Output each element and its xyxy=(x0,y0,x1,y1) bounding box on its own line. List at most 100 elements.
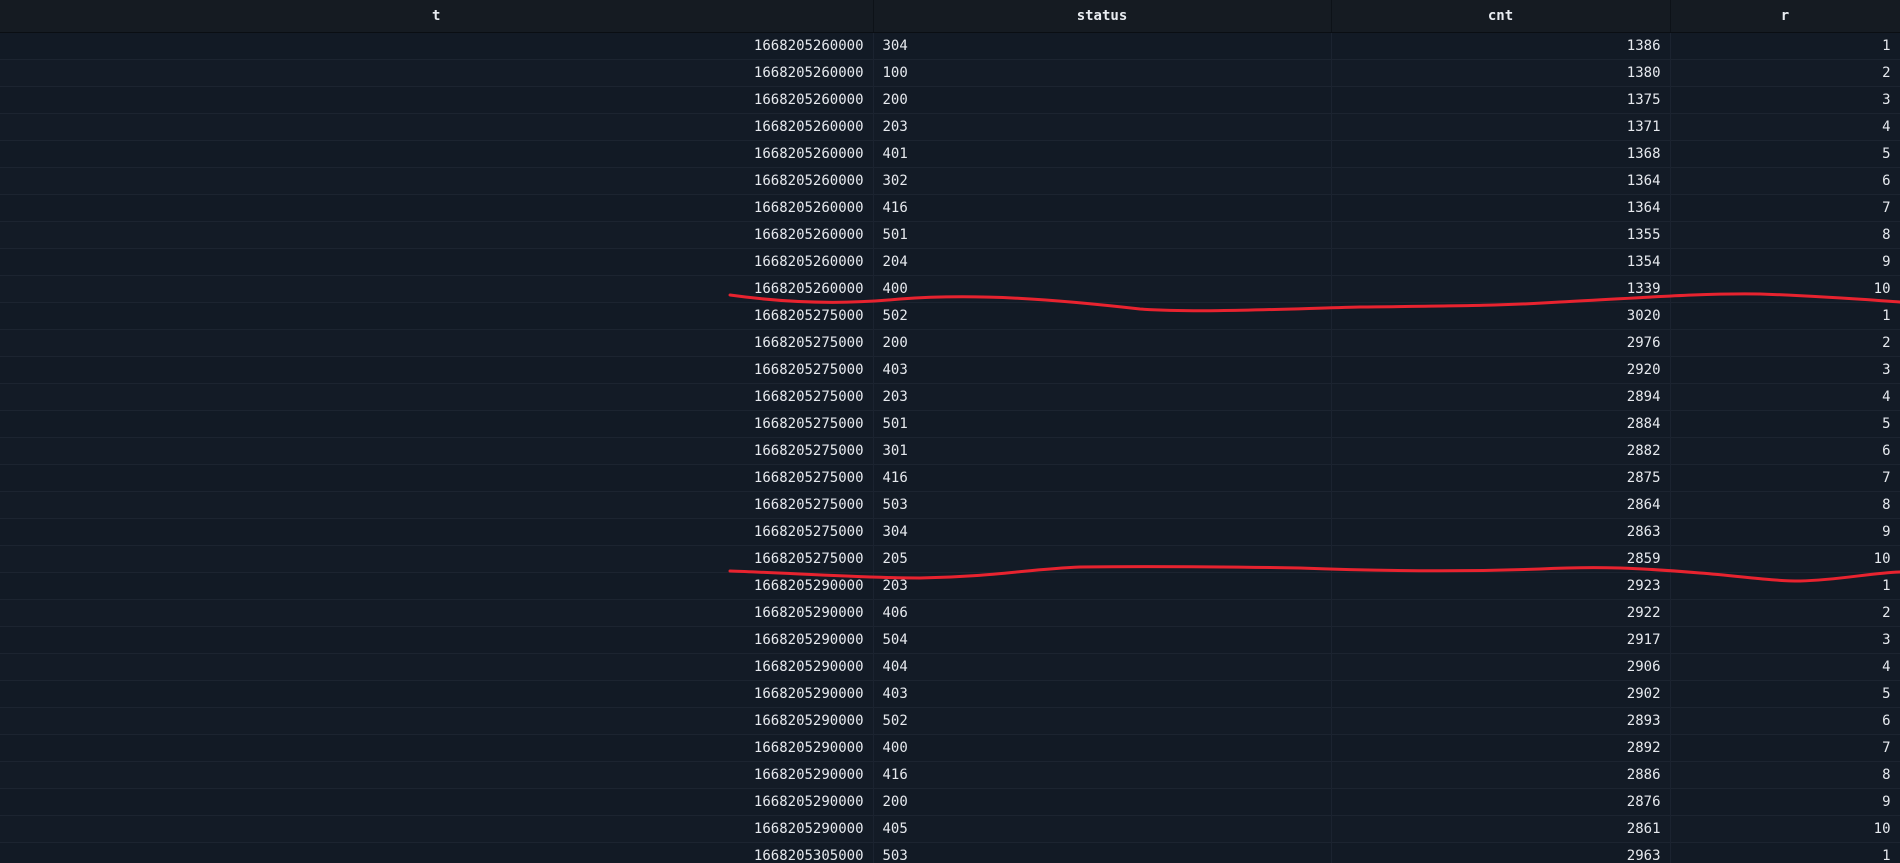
table-row[interactable]: 1668205275000 416 2875 7 xyxy=(0,464,1900,492)
table-row[interactable]: 1668205260000 304 1386 1 xyxy=(0,32,1900,60)
cell-status: 304 xyxy=(873,518,1332,546)
table-row[interactable]: 1668205290000 416 2886 8 xyxy=(0,761,1900,789)
cell-t: 1668205290000 xyxy=(0,653,874,681)
cell-cnt: 1380 xyxy=(1331,59,1671,87)
cell-cnt: 1386 xyxy=(1331,32,1671,60)
table-row[interactable]: 1668205260000 501 1355 8 xyxy=(0,221,1900,249)
cell-cnt: 1355 xyxy=(1331,221,1671,249)
cell-status: 504 xyxy=(873,626,1332,654)
column-header-t[interactable]: t xyxy=(0,0,874,33)
cell-r: 8 xyxy=(1670,221,1900,249)
table-row[interactable]: 1668205305000 503 2963 1 xyxy=(0,842,1900,863)
cell-r: 1 xyxy=(1670,842,1900,863)
column-header-status[interactable]: status xyxy=(873,0,1332,33)
cell-status: 502 xyxy=(873,302,1332,330)
cell-t: 1668205260000 xyxy=(0,167,874,195)
table-row[interactable]: 1668205275000 304 2863 9 xyxy=(0,518,1900,546)
cell-status: 203 xyxy=(873,572,1332,600)
cell-t: 1668205305000 xyxy=(0,842,874,863)
cell-r: 2 xyxy=(1670,59,1900,87)
table-row[interactable]: 1668205290000 406 2922 2 xyxy=(0,599,1900,627)
table-row[interactable]: 1668205290000 403 2902 5 xyxy=(0,680,1900,708)
table-row[interactable]: 1668205260000 416 1364 7 xyxy=(0,194,1900,222)
cell-cnt: 2886 xyxy=(1331,761,1671,789)
table-row[interactable]: 1668205290000 405 2861 10 xyxy=(0,815,1900,843)
cell-t: 1668205260000 xyxy=(0,221,874,249)
table-row[interactable]: 1668205260000 204 1354 9 xyxy=(0,248,1900,276)
result-table: t status cnt r 1668205260000 304 1386 1 1668… xyxy=(0,0,1900,863)
table-row[interactable]: 1668205275000 203 2894 4 xyxy=(0,383,1900,411)
cell-status: 503 xyxy=(873,491,1332,519)
cell-r: 3 xyxy=(1670,626,1900,654)
cell-cnt: 1368 xyxy=(1331,140,1671,168)
cell-cnt: 2859 xyxy=(1331,545,1671,573)
table-row[interactable]: 1668205275000 301 2882 6 xyxy=(0,437,1900,465)
cell-r: 9 xyxy=(1670,248,1900,276)
table-row[interactable]: 1668205275000 501 2884 5 xyxy=(0,410,1900,438)
cell-status: 401 xyxy=(873,140,1332,168)
cell-status: 205 xyxy=(873,545,1332,573)
cell-r: 7 xyxy=(1670,464,1900,492)
cell-cnt: 2893 xyxy=(1331,707,1671,735)
table-row[interactable]: 1668205260000 200 1375 3 xyxy=(0,86,1900,114)
cell-t: 1668205275000 xyxy=(0,356,874,384)
table-row[interactable]: 1668205260000 203 1371 4 xyxy=(0,113,1900,141)
table-row[interactable]: 1668205275000 503 2864 8 xyxy=(0,491,1900,519)
cell-cnt: 2864 xyxy=(1331,491,1671,519)
cell-cnt: 2906 xyxy=(1331,653,1671,681)
cell-r: 1 xyxy=(1670,572,1900,600)
cell-t: 1668205290000 xyxy=(0,734,874,762)
cell-r: 4 xyxy=(1670,113,1900,141)
cell-cnt: 2920 xyxy=(1331,356,1671,384)
cell-cnt: 1375 xyxy=(1331,86,1671,114)
cell-t: 1668205275000 xyxy=(0,518,874,546)
cell-r: 8 xyxy=(1670,761,1900,789)
column-header-cnt[interactable]: cnt xyxy=(1331,0,1671,33)
table-row[interactable]: 1668205260000 302 1364 6 xyxy=(0,167,1900,195)
table-row[interactable]: 1668205290000 203 2923 1 xyxy=(0,572,1900,600)
cell-r: 2 xyxy=(1670,599,1900,627)
cell-status: 200 xyxy=(873,86,1332,114)
cell-t: 1668205275000 xyxy=(0,410,874,438)
table-row[interactable]: 1668205260000 100 1380 2 xyxy=(0,59,1900,87)
table-row[interactable]: 1668205275000 205 2859 10 xyxy=(0,545,1900,573)
cell-t: 1668205275000 xyxy=(0,302,874,330)
cell-r: 9 xyxy=(1670,788,1900,816)
table-row[interactable]: 1668205290000 404 2906 4 xyxy=(0,653,1900,681)
table-row[interactable]: 1668205290000 504 2917 3 xyxy=(0,626,1900,654)
table-row[interactable]: 1668205290000 400 2892 7 xyxy=(0,734,1900,762)
table-row[interactable]: 1668205275000 403 2920 3 xyxy=(0,356,1900,384)
cell-status: 406 xyxy=(873,599,1332,627)
table-header-row: t status cnt r xyxy=(0,0,1900,33)
column-header-r[interactable]: r xyxy=(1670,0,1900,33)
cell-status: 304 xyxy=(873,32,1332,60)
cell-r: 6 xyxy=(1670,437,1900,465)
cell-t: 1668205290000 xyxy=(0,761,874,789)
cell-r: 1 xyxy=(1670,302,1900,330)
cell-cnt: 2902 xyxy=(1331,680,1671,708)
cell-status: 400 xyxy=(873,734,1332,762)
table-row[interactable]: 1668205275000 200 2976 2 xyxy=(0,329,1900,357)
cell-status: 416 xyxy=(873,194,1332,222)
table-row[interactable]: 1668205260000 401 1368 5 xyxy=(0,140,1900,168)
table-row[interactable]: 1668205290000 200 2876 9 xyxy=(0,788,1900,816)
cell-t: 1668205275000 xyxy=(0,383,874,411)
cell-r: 3 xyxy=(1670,86,1900,114)
cell-r: 5 xyxy=(1670,410,1900,438)
cell-status: 501 xyxy=(873,410,1332,438)
table-row[interactable]: 1668205290000 502 2893 6 xyxy=(0,707,1900,735)
cell-r: 4 xyxy=(1670,653,1900,681)
cell-r: 10 xyxy=(1670,275,1900,303)
cell-t: 1668205290000 xyxy=(0,626,874,654)
cell-status: 203 xyxy=(873,113,1332,141)
cell-t: 1668205275000 xyxy=(0,437,874,465)
table-row[interactable]: 1668205275000 502 3020 1 xyxy=(0,302,1900,330)
cell-t: 1668205275000 xyxy=(0,329,874,357)
cell-cnt: 2963 xyxy=(1331,842,1671,863)
cell-status: 403 xyxy=(873,356,1332,384)
cell-cnt: 2882 xyxy=(1331,437,1671,465)
cell-status: 200 xyxy=(873,329,1332,357)
cell-status: 503 xyxy=(873,842,1332,863)
cell-cnt: 1339 xyxy=(1331,275,1671,303)
table-row[interactable]: 1668205260000 400 1339 10 xyxy=(0,275,1900,303)
